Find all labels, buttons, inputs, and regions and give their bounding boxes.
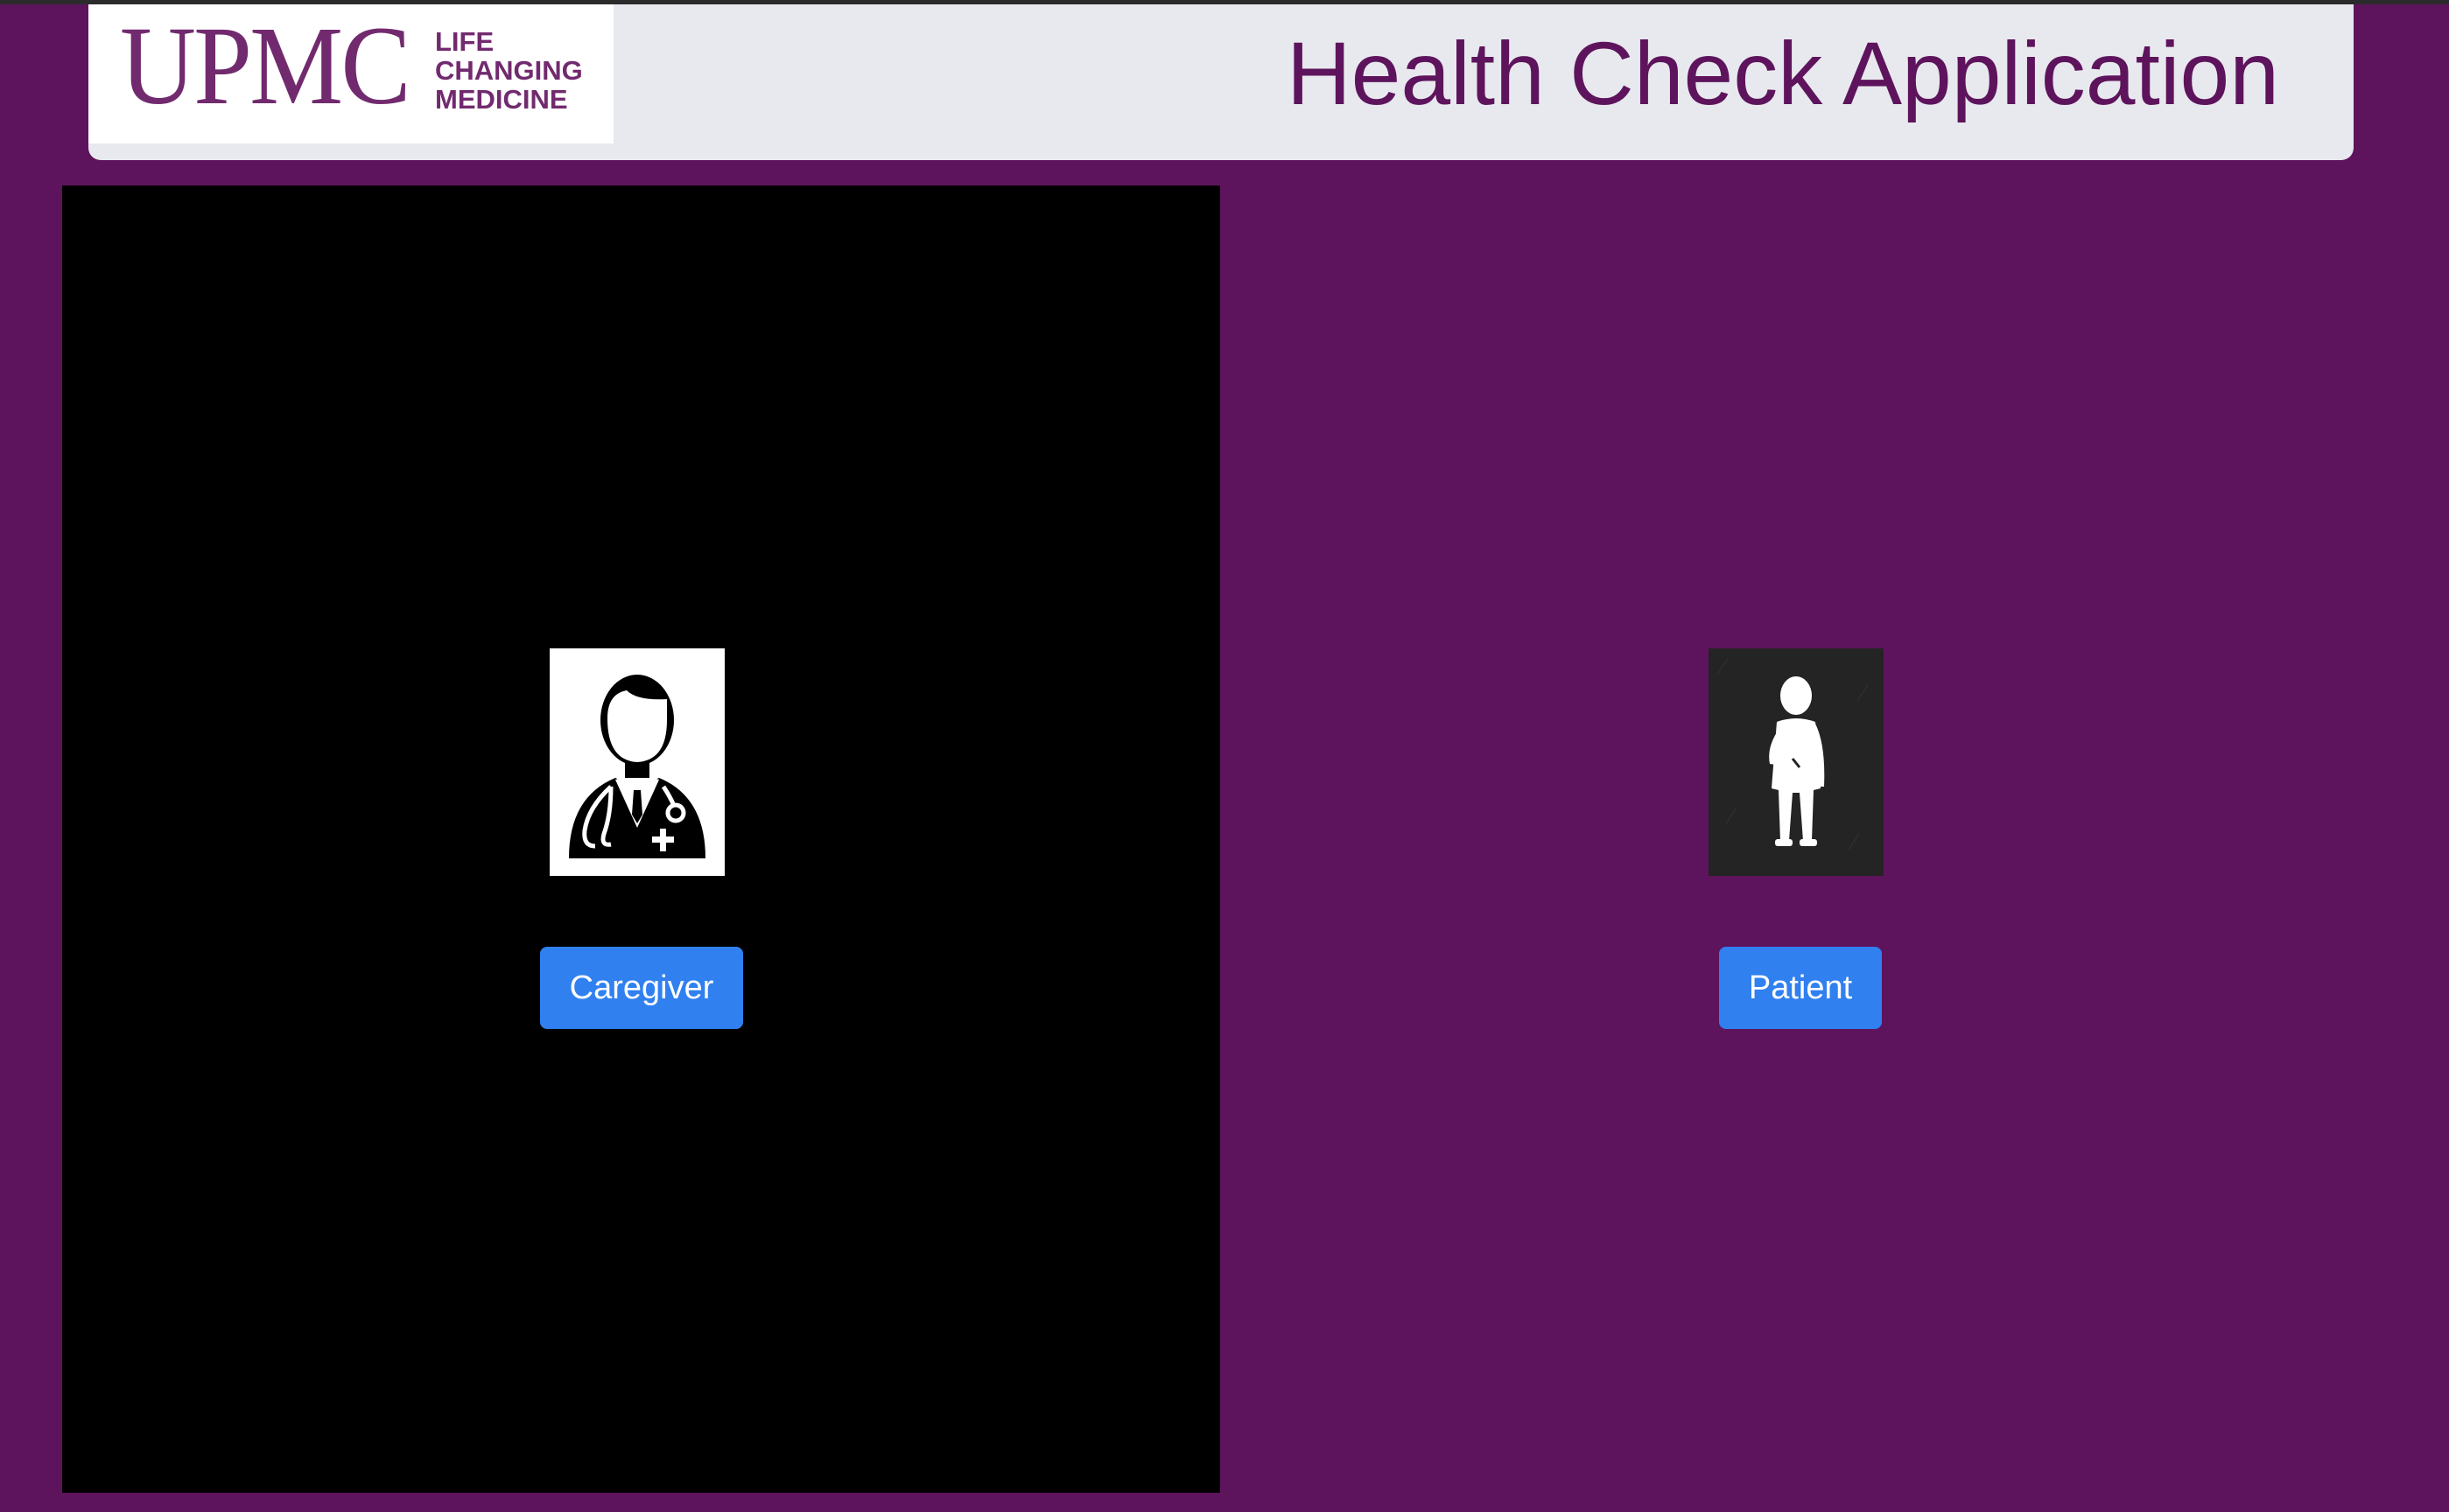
page-title: Health Check Application <box>1286 24 2279 123</box>
patient-button[interactable]: Patient <box>1719 947 1882 1029</box>
doctor-icon <box>550 648 725 876</box>
app-header: UPMC LIFE CHANGING MEDICINE Health Check… <box>88 4 2354 160</box>
caregiver-button[interactable]: Caregiver <box>540 947 743 1029</box>
logo-tagline-line: LIFE <box>435 26 495 57</box>
logo-tagline-line: MEDICINE <box>435 84 568 115</box>
logo-tagline-line: CHANGING <box>435 55 583 86</box>
patient-icon <box>1709 648 1884 876</box>
logo-wordmark: UPMC <box>120 4 411 128</box>
logo-tagline: LIFE CHANGING MEDICINE <box>435 27 583 114</box>
upmc-logo: UPMC LIFE CHANGING MEDICINE <box>88 4 614 144</box>
